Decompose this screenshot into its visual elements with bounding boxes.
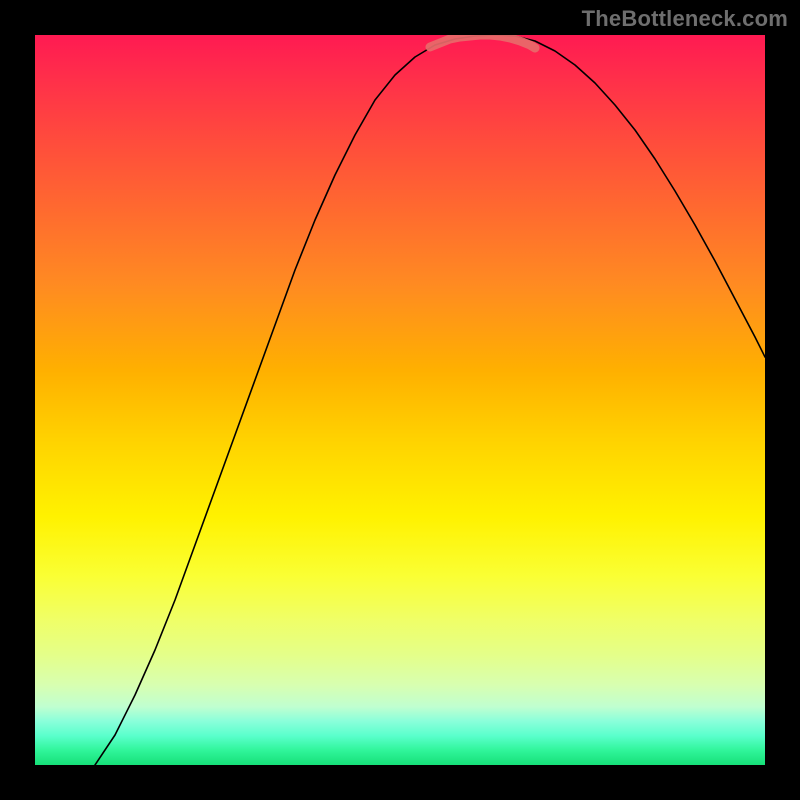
chart-svg [35,35,765,765]
watermark-text: TheBottleneck.com [582,6,788,32]
bottleneck-curve [95,35,765,765]
optimal-range-highlight [430,35,535,48]
plot-area [35,35,765,765]
chart-frame: TheBottleneck.com [0,0,800,800]
